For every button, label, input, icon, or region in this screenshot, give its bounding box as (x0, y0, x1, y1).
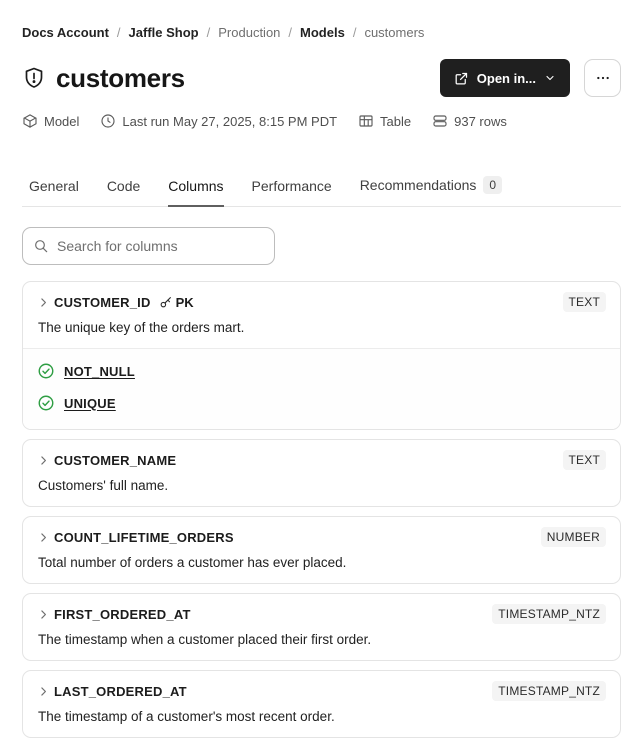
breadcrumb-models[interactable]: Models (300, 25, 345, 40)
tab-recommendations[interactable]: Recommendations 0 (359, 176, 503, 207)
meta-row-count: 937 rows (432, 113, 507, 129)
chevron-down-icon (546, 75, 554, 81)
breadcrumb: Docs Account / Jaffle Shop / Production … (22, 25, 621, 40)
meta-row-count-label: 937 rows (454, 113, 507, 129)
breadcrumb-separator: / (116, 25, 121, 40)
meta-materialization: Table (358, 113, 411, 129)
page-header: customers Open in... (22, 59, 621, 97)
column-description: Total number of orders a customer has ev… (38, 555, 347, 570)
key-icon (160, 297, 171, 308)
column-header[interactable]: FIRST_ORDERED_AT TIMESTAMP_NTZ The times… (23, 594, 620, 660)
column-type-badge: NUMBER (540, 527, 606, 547)
column-header[interactable]: CUSTOMER_NAME TEXT Customers' full name. (23, 440, 620, 506)
tab-columns-label: Columns (168, 178, 224, 194)
column-name: COUNT_LIFETIME_ORDERS (54, 529, 234, 545)
meta-row: Model Last run May 27, 2025, 8:15 PM PDT… (22, 113, 621, 129)
breadcrumb-docs-account[interactable]: Docs Account (22, 25, 109, 40)
column-type-badge: TEXT (562, 292, 606, 312)
tab-code[interactable]: Code (107, 178, 140, 207)
column-card-last-ordered-at: LAST_ORDERED_AT TIMESTAMP_NTZ The timest… (22, 670, 621, 738)
tab-general-label: General (29, 178, 79, 194)
ellipsis-icon (596, 76, 609, 80)
pk-label: PK (175, 294, 194, 310)
chevron-right-icon (41, 609, 46, 619)
tab-columns[interactable]: Columns (168, 178, 224, 207)
title-wrap: customers (22, 63, 440, 94)
check-circle-icon (38, 395, 54, 411)
open-in-label: Open in... (476, 70, 536, 86)
open-in-button[interactable]: Open in... (439, 59, 570, 97)
external-link-icon (455, 72, 467, 84)
meta-last-run-label: Last run May 27, 2025, 8:15 PM PDT (122, 113, 338, 129)
column-description: The unique key of the orders mart. (38, 320, 245, 335)
more-actions-button[interactable] (584, 59, 621, 97)
header-actions: Open in... (439, 59, 621, 97)
tab-performance[interactable]: Performance (252, 178, 332, 207)
column-name: CUSTOMER_ID (54, 294, 151, 310)
test-link[interactable]: UNIQUE (64, 396, 116, 411)
column-name: CUSTOMER_NAME (54, 452, 177, 468)
breadcrumb-jaffle-shop[interactable]: Jaffle Shop (129, 25, 199, 40)
column-header[interactable]: COUNT_LIFETIME_ORDERS NUMBER Total numbe… (23, 517, 620, 583)
table-icon (359, 115, 373, 127)
test-row-unique[interactable]: UNIQUE (37, 387, 606, 419)
column-tests: NOT_NULL UNIQUE (23, 348, 620, 429)
column-list: CUSTOMER_ID PK TEXT The unique key of th… (22, 281, 621, 738)
breadcrumb-separator: / (352, 25, 357, 40)
column-description: The timestamp of a customer's most recen… (38, 709, 335, 724)
meta-resource-type-label: Model (44, 113, 80, 129)
column-card-customer-id: CUSTOMER_ID PK TEXT The unique key of th… (22, 281, 621, 430)
breadcrumb-separator: / (206, 25, 211, 40)
cube-icon (23, 114, 37, 128)
shield-alert-icon (25, 67, 43, 88)
tab-general[interactable]: General (29, 178, 79, 207)
meta-last-run: Last run May 27, 2025, 8:15 PM PDT (100, 113, 337, 129)
breadcrumb-production: Production (218, 25, 281, 40)
tab-bar: General Code Columns Performance Recomme… (22, 176, 621, 207)
page-title: customers (56, 62, 185, 93)
test-row-not-null[interactable]: NOT_NULL (37, 355, 606, 387)
column-type-badge: TIMESTAMP_NTZ (492, 604, 606, 624)
check-circle-icon (38, 363, 54, 379)
column-description: Customers' full name. (38, 478, 169, 493)
column-header[interactable]: LAST_ORDERED_AT TIMESTAMP_NTZ The timest… (23, 671, 620, 737)
column-description: The timestamp when a customer placed the… (38, 632, 372, 647)
primary-key-indicator: PK (159, 295, 194, 310)
column-header[interactable]: CUSTOMER_ID PK TEXT The unique key of th… (23, 282, 620, 348)
breadcrumb-customers: customers (364, 25, 425, 40)
column-name: FIRST_ORDERED_AT (54, 606, 191, 622)
chevron-right-icon (41, 686, 46, 696)
chevron-right-icon (41, 532, 46, 542)
clock-icon (101, 114, 115, 128)
column-search (22, 227, 275, 265)
meta-resource-type: Model (22, 113, 79, 129)
column-card-customer-name: CUSTOMER_NAME TEXT Customers' full name. (22, 439, 621, 507)
model-detail-page: Docs Account / Jaffle Shop / Production … (0, 25, 643, 738)
breadcrumb-separator: / (288, 25, 293, 40)
tab-code-label: Code (106, 178, 141, 194)
search-input[interactable] (57, 238, 264, 254)
database-icon (433, 115, 447, 127)
search-icon (35, 240, 48, 253)
chevron-right-icon (41, 297, 46, 307)
tab-recommendations-label: Recommendations (359, 177, 477, 193)
meta-materialization-label: Table (380, 113, 412, 129)
chevron-right-icon (41, 455, 46, 465)
recommendations-count-badge: 0 (483, 176, 503, 194)
column-type-badge: TEXT (562, 450, 606, 470)
column-type-badge: TIMESTAMP_NTZ (492, 681, 606, 701)
column-card-first-ordered-at: FIRST_ORDERED_AT TIMESTAMP_NTZ The times… (22, 593, 621, 661)
tab-performance-label: Performance (251, 178, 332, 194)
test-link[interactable]: NOT_NULL (64, 364, 135, 379)
column-card-count-lifetime-orders: COUNT_LIFETIME_ORDERS NUMBER Total numbe… (22, 516, 621, 584)
